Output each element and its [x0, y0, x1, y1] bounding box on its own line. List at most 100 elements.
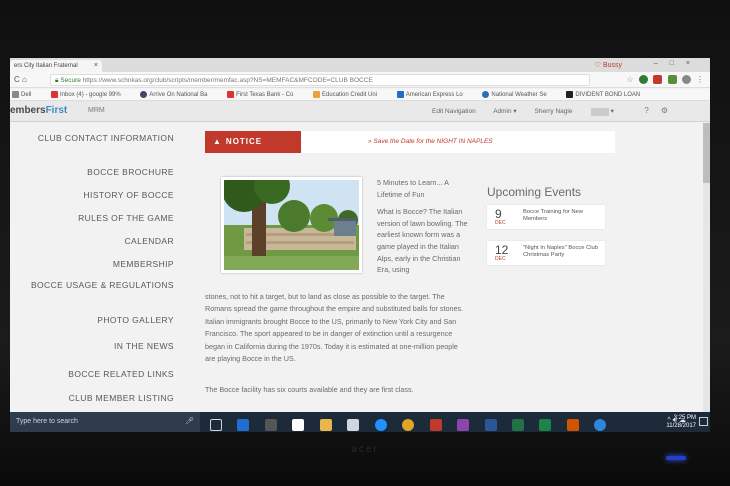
- star-icon[interactable]: ☆: [627, 75, 634, 84]
- bookmark-label: American Express Lo: [405, 92, 463, 99]
- sidebar-item-club-contact[interactable]: CLUB CONTACT INFORMATION: [10, 133, 174, 144]
- event-item[interactable]: 9 DEC Bocce Training for New Members: [487, 205, 605, 229]
- scrollbar-thumb[interactable]: [703, 123, 710, 183]
- ie-icon[interactable]: [594, 418, 607, 431]
- taskbar-search-input[interactable]: Type here to search 🎤︎: [10, 412, 200, 432]
- close-icon[interactable]: ×: [94, 62, 98, 69]
- header-nav: Edit Navigation Admin ▾ Sherry Nagle ▾: [432, 107, 630, 116]
- onenote-icon[interactable]: [457, 418, 470, 431]
- extension-icon[interactable]: [639, 75, 649, 85]
- bookmark-label: Dell: [21, 92, 32, 99]
- bookmark-item[interactable]: Arrive On National Ba: [140, 91, 216, 99]
- monitor-brand: acer: [351, 444, 379, 455]
- gear-icon[interactable]: ⚙: [661, 106, 680, 115]
- notice-message[interactable]: » Save the Date for the NIGHT IN NAPLES: [368, 138, 493, 145]
- sidebar-item-history[interactable]: HISTORY OF BOCCE: [10, 190, 174, 201]
- screen: ers City Italian Fraternal × ♡ Bussy –□×…: [10, 58, 710, 432]
- task-view-icon[interactable]: [210, 418, 222, 431]
- sidebar-item-photo-gallery[interactable]: PHOTO GALLERY: [10, 315, 174, 326]
- home-icon[interactable]: ⌂: [22, 75, 27, 84]
- notice-label: NOTICE: [225, 137, 263, 146]
- edit-navigation-link[interactable]: Edit Navigation: [432, 108, 476, 115]
- bookmark-label: Arrive On National Ba: [149, 92, 208, 99]
- sidebar-item-membership[interactable]: MEMBERSHIP: [10, 259, 174, 270]
- profile-name[interactable]: ♡ Bussy: [595, 61, 622, 69]
- user-menu[interactable]: Sherry Nagle ▾: [534, 108, 614, 116]
- powerpoint-icon[interactable]: [566, 418, 579, 431]
- bookmark-item[interactable]: First Texas Bank - Co: [227, 91, 302, 98]
- nav-buttons[interactable]: C ⌂: [14, 75, 27, 84]
- browser-tab[interactable]: ers City Italian Fraternal ×: [10, 60, 102, 72]
- sidebar-item-rules[interactable]: RULES OF THE GAME: [10, 213, 174, 224]
- brand-suffix: First: [45, 105, 68, 116]
- brand-prefix: embers: [10, 105, 46, 116]
- store-icon[interactable]: [347, 418, 360, 431]
- sidebar: CLUB CONTACT INFORMATION BOCCE BROCHURE …: [10, 123, 180, 423]
- microphone-icon[interactable]: 🎤︎: [185, 417, 194, 425]
- outlook-icon[interactable]: [237, 418, 250, 431]
- bookmark-icon: [566, 91, 574, 98]
- window-controls[interactable]: –□×: [654, 60, 702, 67]
- extension-icon[interactable]: [681, 75, 691, 85]
- address-bar: C ⌂ 🔒︎ Secure https://www.schnkas.org/cl…: [10, 72, 710, 88]
- edge-icon[interactable]: [374, 418, 387, 431]
- tab-title: ers City Italian Fraternal: [14, 63, 78, 69]
- chrome-icon[interactable]: [402, 418, 415, 431]
- event-month: DEC: [495, 220, 506, 226]
- admin-menu[interactable]: Admin ▾: [493, 108, 517, 115]
- amazon-icon[interactable]: [292, 418, 305, 431]
- event-item[interactable]: 12 DEC "Night In Naples" Bocce Club Chri…: [487, 241, 605, 265]
- sidebar-item-brochure[interactable]: BOCCE BROCHURE: [10, 167, 174, 178]
- page-scrollbar[interactable]: [703, 123, 710, 423]
- article-body: stones, not to hit a target, but to land…: [205, 292, 464, 364]
- profile-label: Bussy: [602, 62, 622, 69]
- taskbar-clock[interactable]: 3:25 PM 11/28/2017: [666, 414, 696, 430]
- sidebar-item-usage[interactable]: BOCCE USAGE & REGULATIONS: [10, 280, 174, 291]
- bookmark-item[interactable]: DIVIDENT BOND LOAN: [566, 91, 649, 98]
- main-content: ▲ NOTICE » Save the Date for the NIGHT IN…: [205, 123, 630, 423]
- notification-icon[interactable]: [699, 417, 708, 426]
- event-day: 9: [495, 207, 502, 221]
- sidebar-item-calendar[interactable]: CALENDAR: [10, 236, 174, 247]
- bookmark-item[interactable]: American Express Lo: [396, 91, 472, 99]
- bookmark-item[interactable]: National Weather Se: [482, 91, 555, 98]
- file-explorer-icon[interactable]: [319, 418, 332, 431]
- taskbar-apps: [210, 416, 617, 432]
- word-icon[interactable]: [484, 418, 497, 431]
- user-tag: [591, 108, 609, 116]
- header-icons: ?⚙: [644, 106, 680, 115]
- bookmark-item[interactable]: Dell: [12, 91, 40, 99]
- url-input[interactable]: 🔒︎ Secure https://www.schnkas.org/club/s…: [50, 74, 590, 86]
- gmail-icon: [51, 91, 59, 98]
- section-label[interactable]: MRM: [88, 107, 105, 114]
- notice-button[interactable]: ▲ NOTICE: [205, 131, 301, 153]
- bookmark-item[interactable]: Education Credit Uni: [313, 91, 386, 99]
- bookmark-label: Education Credit Uni: [322, 92, 378, 99]
- bocce-court-image: [224, 180, 359, 270]
- bookmark-icon: [140, 91, 148, 98]
- brand-logo[interactable]: embersFirst: [10, 105, 67, 116]
- bookmark-item[interactable]: Inbox (4) - google 99%: [51, 91, 130, 98]
- menu-icon[interactable]: ⋮: [696, 75, 704, 84]
- access-icon[interactable]: [429, 418, 442, 431]
- sidebar-item-member-listing[interactable]: CLUB MEMBER LISTING: [10, 393, 174, 404]
- app-icon[interactable]: [264, 418, 277, 431]
- article-intro: 5 Minutes to Learn... A Lifetime of Fun …: [377, 177, 473, 282]
- user-name: Sherry Nagle: [534, 108, 573, 115]
- sidebar-item-news[interactable]: IN THE NEWS: [10, 341, 174, 352]
- excel-icon[interactable]: [539, 418, 552, 431]
- publisher-icon[interactable]: [511, 418, 524, 431]
- help-icon[interactable]: ?: [644, 106, 660, 115]
- secure-label: Secure: [60, 77, 81, 84]
- extension-icon[interactable]: [653, 75, 663, 85]
- event-day: 12: [495, 243, 509, 257]
- extension-icon[interactable]: [667, 75, 677, 85]
- bookmark-icon: [313, 91, 321, 98]
- warning-icon: ▲: [213, 137, 222, 146]
- sidebar-item-links[interactable]: BOCCE RELATED LINKS: [10, 369, 174, 380]
- event-title: "Night In Naples" Bocce Club Christmas P…: [523, 245, 599, 258]
- bocce-court-photo: [221, 177, 362, 273]
- notice-bar: ▲ NOTICE » Save the Date for the NIGHT IN…: [205, 131, 615, 153]
- reload-icon[interactable]: C: [14, 75, 20, 84]
- app-header: embersFirst MRM Edit Navigation Admin ▾ …: [10, 101, 710, 122]
